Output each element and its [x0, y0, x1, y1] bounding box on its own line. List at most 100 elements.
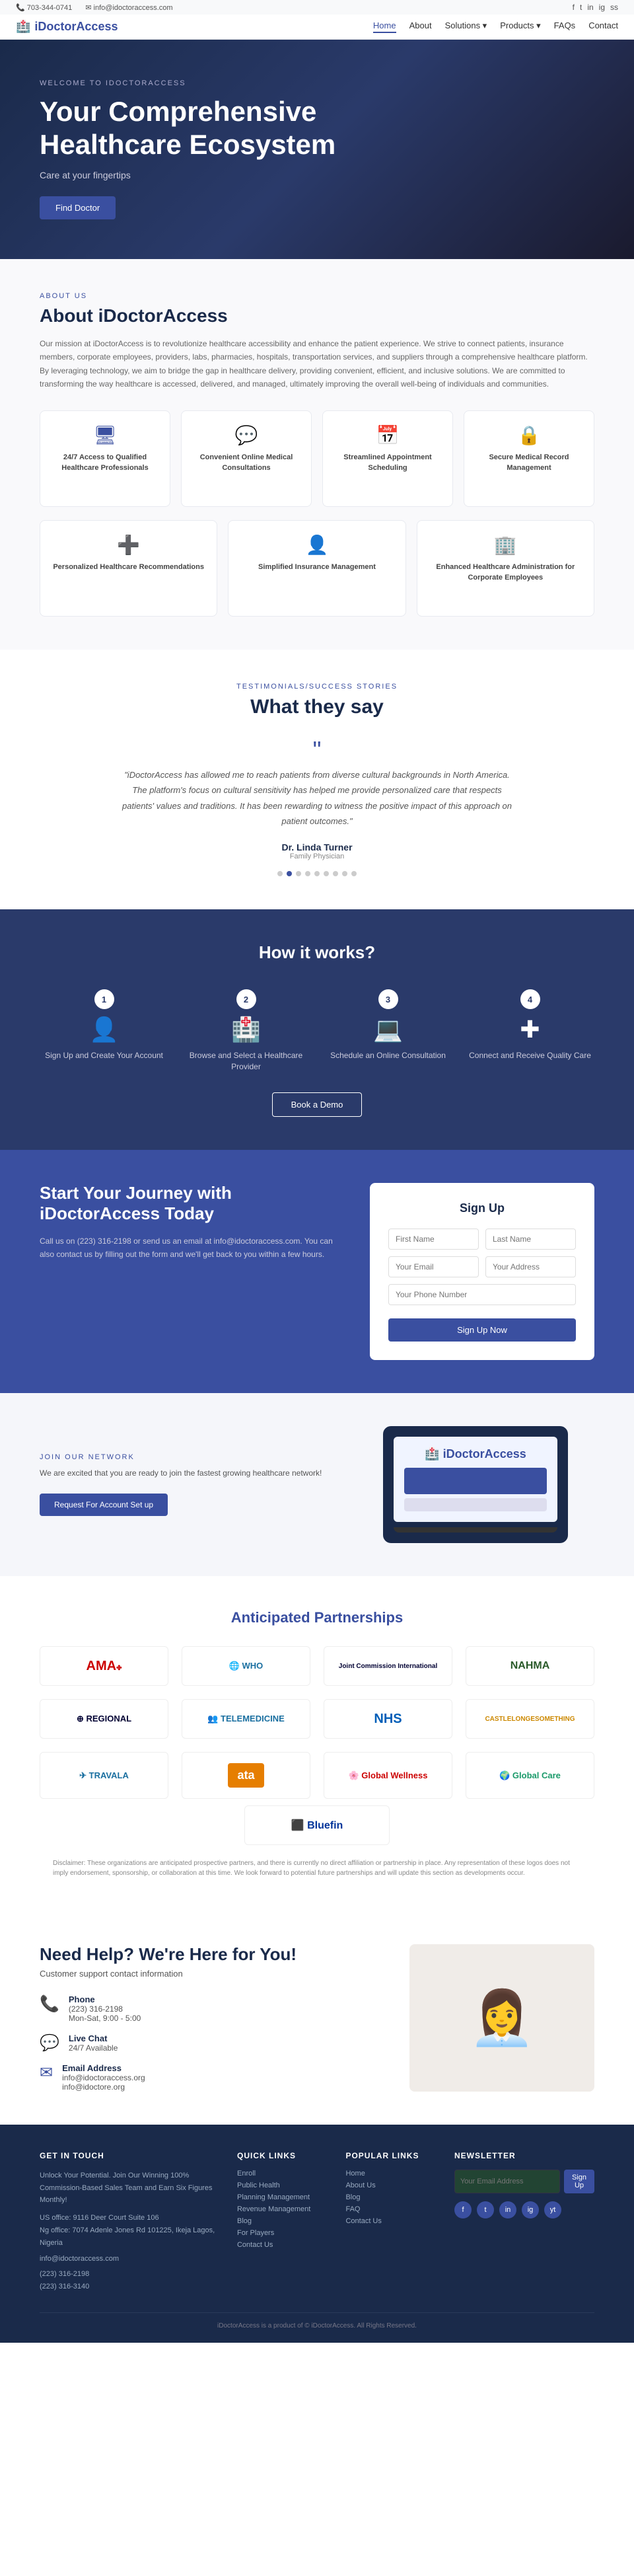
chat-label: Live Chat — [69, 2033, 118, 2043]
find-doctor-button[interactable]: Find Doctor — [40, 196, 116, 219]
logo[interactable]: 🏥 iDoctorAccess — [16, 20, 118, 34]
feature-label-7: Enhanced Healthcare Administration for C… — [428, 562, 583, 583]
signup-description: Call us on (223) 316-2198 or send us an … — [40, 1234, 343, 1262]
step-2: 2 🏥 Browse and Select a Healthcare Provi… — [182, 989, 310, 1073]
email-label: Email Address — [62, 2063, 145, 2073]
nav-about[interactable]: About — [409, 20, 432, 33]
popular-link-1[interactable]: Home — [345, 2170, 435, 2178]
signup-text: Start Your Journey with iDoctorAccess To… — [40, 1183, 343, 1262]
twitter-icon-top[interactable]: t — [580, 3, 582, 12]
step-label-4: Connect and Receive Quality Care — [466, 1050, 594, 1061]
hero-subtitle: WELCOME TO IDOCTORACCESS — [40, 79, 594, 87]
step-1: 1 👤 Sign Up and Create Your Account — [40, 989, 168, 1073]
laptop-screen: 🏥 iDoctorAccess — [394, 1437, 557, 1522]
rss-icon-top[interactable]: ss — [610, 3, 618, 12]
footer-quick-links-title: QUICK LINKS — [237, 2151, 326, 2160]
email-value-1: info@idoctoraccess.org — [62, 2073, 145, 2082]
provider-cta-section: JOIN OUR NETWORK We are excited that you… — [0, 1393, 634, 1576]
quick-link-6[interactable]: For Players — [237, 2229, 326, 2237]
about-subtitle: ABOUT US — [40, 292, 594, 300]
newsletter-signup-button[interactable]: Sign Up — [564, 2170, 594, 2193]
partner-who: 🌐 WHO — [182, 1646, 310, 1686]
feature-card-5: ➕ Personalized Healthcare Recommendation… — [40, 520, 217, 617]
dot-6[interactable] — [324, 871, 329, 876]
phone-icon: 📞 — [40, 1994, 59, 2014]
chat-value: 24/7 Available — [69, 2043, 118, 2053]
social-facebook[interactable]: f — [454, 2201, 472, 2218]
popular-link-3[interactable]: Blog — [345, 2193, 435, 2201]
partner-castlelonge: CASTLELONGESOMETHING — [466, 1699, 594, 1739]
nav-solutions[interactable]: Solutions ▾ — [445, 20, 487, 33]
testimonial-name: Dr. Linda Turner — [40, 842, 594, 852]
partner-nahma: NAHMA — [466, 1646, 594, 1686]
top-bar: 📞 703-344-0741 ✉ info@idoctoraccess.com … — [0, 0, 634, 15]
signup-email-row — [388, 1256, 576, 1277]
social-linkedin[interactable]: in — [499, 2201, 516, 2218]
email-input[interactable] — [388, 1256, 479, 1277]
dot-7[interactable] — [333, 871, 338, 876]
social-twitter[interactable]: t — [477, 2201, 494, 2218]
dot-1[interactable] — [277, 871, 283, 876]
laptop-mockup: 🏥 iDoctorAccess — [383, 1426, 568, 1543]
quick-link-2[interactable]: Public Health — [237, 2181, 326, 2189]
signup-name-row — [388, 1229, 576, 1250]
chat-icon: 💬 — [40, 2033, 59, 2053]
quick-link-4[interactable]: Revenue Management — [237, 2205, 326, 2213]
partner-globalcare: 🌍 Global Care — [466, 1752, 594, 1799]
popular-link-2[interactable]: About Us — [345, 2181, 435, 2189]
contact-chat: 💬 Live Chat 24/7 Available — [40, 2033, 383, 2053]
nav-faqs[interactable]: FAQs — [554, 20, 576, 33]
partner-telemedicine: 👥 TELEMEDICINE — [182, 1699, 310, 1739]
help-image: 👩‍💼 — [409, 1944, 594, 2092]
feature-card-2: 💬 Convenient Online Medical Consultation… — [181, 410, 312, 507]
step-4: 4 ✚ Connect and Receive Quality Care — [466, 989, 594, 1073]
social-instagram[interactable]: ig — [522, 2201, 539, 2218]
signup-form-title: Sign Up — [388, 1201, 576, 1215]
last-name-input[interactable] — [485, 1229, 576, 1250]
footer-social-icons: f t in ig yt — [454, 2201, 594, 2218]
partner-nhs: NHS — [324, 1699, 452, 1739]
quick-link-7[interactable]: Contact Us — [237, 2241, 326, 2249]
popular-link-4[interactable]: FAQ — [345, 2205, 435, 2213]
step-icon-1: 👤 — [40, 1016, 168, 1043]
help-subtitle: Customer support contact information — [40, 1969, 383, 1979]
instagram-icon-top[interactable]: ig — [599, 3, 605, 12]
about-section: ABOUT US About iDoctorAccess Our mission… — [0, 259, 634, 650]
about-title: About iDoctorAccess — [40, 305, 594, 326]
signup-phone-row — [388, 1284, 576, 1305]
dot-8[interactable] — [342, 871, 347, 876]
popular-link-5[interactable]: Contact Us — [345, 2217, 435, 2225]
newsletter-email-input[interactable] — [454, 2170, 560, 2193]
linkedin-icon-top[interactable]: in — [587, 3, 593, 12]
footer-newsletter-title: NEWSLETTER — [454, 2151, 594, 2160]
address-input[interactable] — [485, 1256, 576, 1277]
quick-link-1[interactable]: Enroll — [237, 2170, 326, 2178]
facebook-icon-top[interactable]: f — [573, 3, 575, 12]
footer-get-in-touch-title: GET IN TOUCH — [40, 2151, 217, 2160]
nav-contact[interactable]: Contact — [588, 20, 618, 33]
phone-input[interactable] — [388, 1284, 576, 1305]
dot-3[interactable] — [296, 871, 301, 876]
feature-label-6: Simplified Insurance Management — [239, 562, 394, 572]
nav-home[interactable]: Home — [373, 20, 396, 33]
provider-setup-button[interactable]: Request For Account Set up — [40, 1494, 168, 1516]
book-demo-button[interactable]: Book a Demo — [272, 1092, 363, 1117]
partner-regional: ⊕ REGIONAL — [40, 1699, 168, 1739]
first-name-input[interactable] — [388, 1229, 479, 1250]
footer-popular-links-title: POPULAR LINKS — [345, 2151, 435, 2160]
social-youtube[interactable]: yt — [544, 2201, 561, 2218]
dot-2[interactable] — [287, 871, 292, 876]
footer-phone-2: (223) 316-3140 — [40, 2281, 217, 2293]
nav-products[interactable]: Products ▾ — [500, 20, 540, 33]
help-image-person: 👩‍💼 — [469, 1987, 535, 2049]
signup-submit-button[interactable]: Sign Up Now — [388, 1318, 576, 1342]
quick-link-5[interactable]: Blog — [237, 2217, 326, 2225]
testimonial-role: Family Physician — [40, 852, 594, 860]
dot-4[interactable] — [305, 871, 310, 876]
phone-topbar: 📞 703-344-0741 — [16, 3, 72, 12]
dot-5[interactable] — [314, 871, 320, 876]
footer-col-popular-links: POPULAR LINKS Home About Us Blog FAQ Con… — [345, 2151, 435, 2292]
quick-link-3[interactable]: Planning Management — [237, 2193, 326, 2201]
dot-9[interactable] — [351, 871, 357, 876]
partner-ama: AMA✤ — [40, 1646, 168, 1686]
